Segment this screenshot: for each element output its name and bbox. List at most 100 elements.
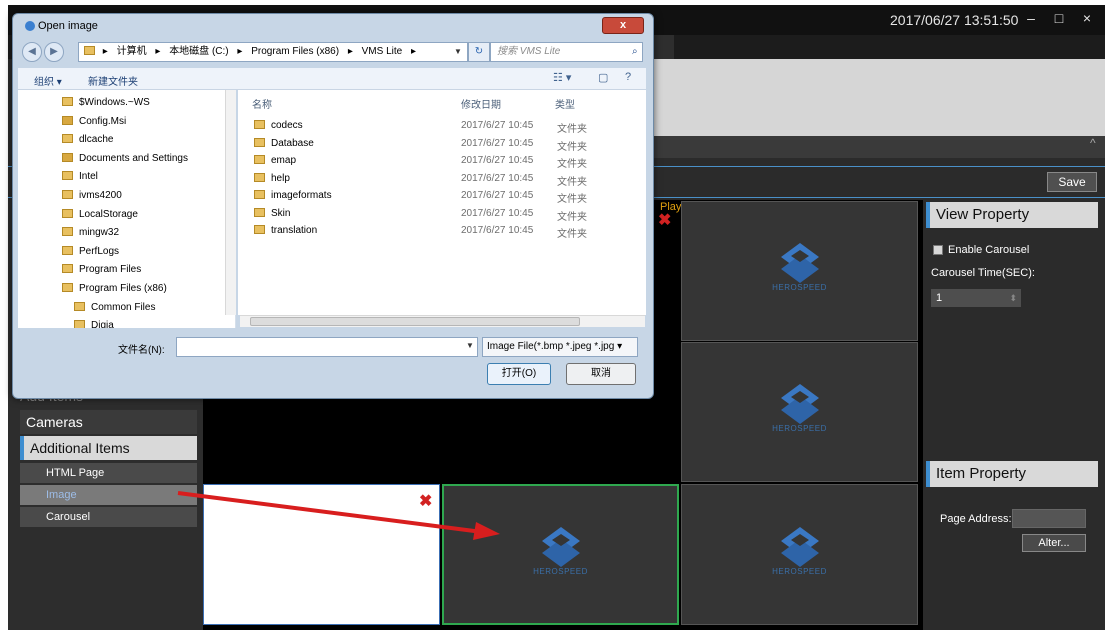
nav-tree-label: $Windows.~WS	[79, 97, 150, 108]
breadcrumb-program-files-x86[interactable]: Program Files (x86)	[248, 43, 342, 61]
breadcrumb-separator: ▸	[102, 46, 108, 57]
breadcrumb-separator: ▸	[347, 46, 353, 57]
nav-tree-label: Config.Msi	[79, 115, 127, 127]
file-type-filter[interactable]: Image File(*.bmp *.jpeg *.jpg ▾	[482, 337, 638, 357]
folder-icon	[62, 264, 73, 274]
file-row-type: 文件夹	[557, 211, 587, 223]
nav-tree-label: PerfLogs	[79, 245, 120, 257]
file-row-date: 2017/6/27 10:45	[461, 172, 534, 184]
nav-tree-item[interactable]: Config.Msi	[62, 113, 126, 131]
file-row-name[interactable]: imageformats	[254, 190, 332, 201]
file-row-type: 文件夹	[557, 176, 587, 188]
file-name-label: imageformats	[271, 190, 332, 201]
breadcrumb-separator: ▸	[411, 46, 417, 57]
back-button[interactable]: ◀	[22, 42, 42, 62]
file-row-date: 2017/6/27 10:45	[461, 225, 534, 236]
nav-tree-item[interactable]: PerfLogs	[62, 243, 119, 261]
forward-button[interactable]: ▶	[44, 42, 64, 62]
file-row-date: 2017/6/27 10:45	[461, 207, 534, 219]
navigation-pane[interactable]: $Windows.~WS Config.Msi dlcache Documents a…	[18, 90, 236, 328]
folder-icon	[254, 207, 265, 217]
address-bar[interactable]: ▸ 计算机 ▸ 本地磁盘 (C:) ▸ Program Files (x86) …	[78, 42, 468, 62]
column-date-modified[interactable]: 修改日期	[461, 96, 501, 111]
file-row-name[interactable]: help	[254, 172, 290, 184]
nav-tree-label: ivms4200	[79, 190, 122, 201]
folder-icon	[62, 227, 73, 237]
folder-icon	[62, 190, 73, 199]
filename-dropdown-icon[interactable]: ▼	[466, 341, 474, 350]
file-name-label: codecs	[271, 120, 303, 131]
folder-icon	[254, 225, 265, 234]
nav-tree-label: Digia	[91, 320, 114, 328]
nav-tree-item[interactable]: Program Files (x86)	[62, 280, 167, 298]
dialog-close-button[interactable]: x	[602, 17, 644, 34]
folder-icon	[62, 152, 73, 162]
column-name[interactable]: 名称	[252, 96, 272, 111]
app-icon	[25, 21, 35, 31]
folder-icon	[74, 320, 85, 328]
organize-menu[interactable]: 组织 ▾	[34, 73, 62, 88]
file-name-label: help	[271, 172, 290, 184]
file-row-type: 文件夹	[557, 159, 587, 170]
breadcrumb-computer[interactable]: 计算机	[114, 43, 150, 61]
nav-tree-item[interactable]: mingw32	[62, 224, 119, 242]
file-name-label: translation	[271, 225, 318, 236]
new-folder-button[interactable]: 新建文件夹	[88, 73, 138, 88]
file-row-type: 文件夹	[557, 124, 587, 135]
folder-icon	[254, 172, 265, 182]
help-icon[interactable]: ?	[625, 71, 631, 83]
file-row-date: 2017/6/27 10:45	[461, 120, 534, 131]
refresh-icon[interactable]: ↻	[468, 42, 490, 62]
folder-icon	[62, 245, 73, 255]
file-name-label: Database	[271, 137, 314, 149]
nav-tree-item[interactable]: Documents and Settings	[62, 150, 188, 168]
preview-pane-icon[interactable]: ▢	[598, 71, 608, 84]
breadcrumb-vms-lite[interactable]: VMS Lite	[359, 43, 406, 61]
nav-tree-item[interactable]: Common Files	[74, 299, 155, 317]
nav-tree-label: LocalStorage	[79, 208, 138, 220]
file-row-name[interactable]: Skin	[254, 207, 290, 219]
folder-icon	[62, 208, 73, 218]
nav-tree-item[interactable]: $Windows.~WS	[62, 94, 150, 112]
search-input[interactable]: 搜索 VMS Lite	[490, 42, 643, 62]
nav-tree-label: Intel	[79, 171, 98, 183]
view-options-icon[interactable]: ☷ ▾	[553, 71, 571, 84]
nav-scrollbar[interactable]	[225, 90, 236, 315]
nav-tree-item[interactable]: LocalStorage	[62, 206, 138, 224]
nav-tree-label: dlcache	[79, 134, 114, 146]
folder-icon	[84, 46, 95, 55]
file-row-name[interactable]: Database	[254, 137, 314, 149]
file-row-date: 2017/6/27 10:45	[461, 190, 534, 201]
search-icon[interactable]: ⌕	[632, 46, 638, 57]
folder-icon	[62, 171, 73, 181]
breadcrumb-local-disk[interactable]: 本地磁盘 (C:)	[166, 43, 231, 61]
nav-tree-item[interactable]: Program Files	[62, 261, 141, 279]
folder-icon	[254, 190, 265, 199]
address-dropdown-icon[interactable]: ▼	[448, 42, 468, 62]
cancel-button[interactable]: 取消	[566, 363, 636, 385]
folder-icon	[254, 137, 265, 147]
folder-icon	[254, 155, 265, 164]
file-name-label: emap	[271, 155, 297, 166]
open-button[interactable]: 打开(O)	[487, 363, 551, 385]
file-row-date: 2017/6/27 10:45	[461, 137, 534, 149]
column-type[interactable]: 类型	[555, 96, 575, 111]
file-type-value: Image File(*.bmp *.jpeg *.jpg	[487, 341, 615, 352]
folder-icon	[62, 283, 73, 292]
folder-icon	[74, 301, 85, 311]
nav-tree-item[interactable]: Intel	[62, 168, 98, 186]
file-row-type: 文件夹	[557, 229, 587, 240]
dialog-title: Open image	[38, 20, 98, 32]
file-row-type: 文件夹	[557, 141, 587, 153]
breadcrumb-separator: ▸	[155, 46, 161, 57]
scrollbar-thumb[interactable]	[250, 317, 580, 326]
breadcrumb-separator: ▸	[237, 46, 243, 57]
nav-tree-item[interactable]: dlcache	[62, 131, 113, 149]
nav-tree-item[interactable]: ivms4200	[62, 187, 122, 205]
file-row-name[interactable]: emap	[254, 155, 296, 166]
nav-tree-item[interactable]: Digia	[74, 317, 114, 328]
file-row-name[interactable]: codecs	[254, 120, 303, 131]
filename-input[interactable]	[176, 337, 478, 357]
nav-tree-label: Program Files (x86)	[79, 283, 167, 294]
file-row-name[interactable]: translation	[254, 225, 317, 236]
